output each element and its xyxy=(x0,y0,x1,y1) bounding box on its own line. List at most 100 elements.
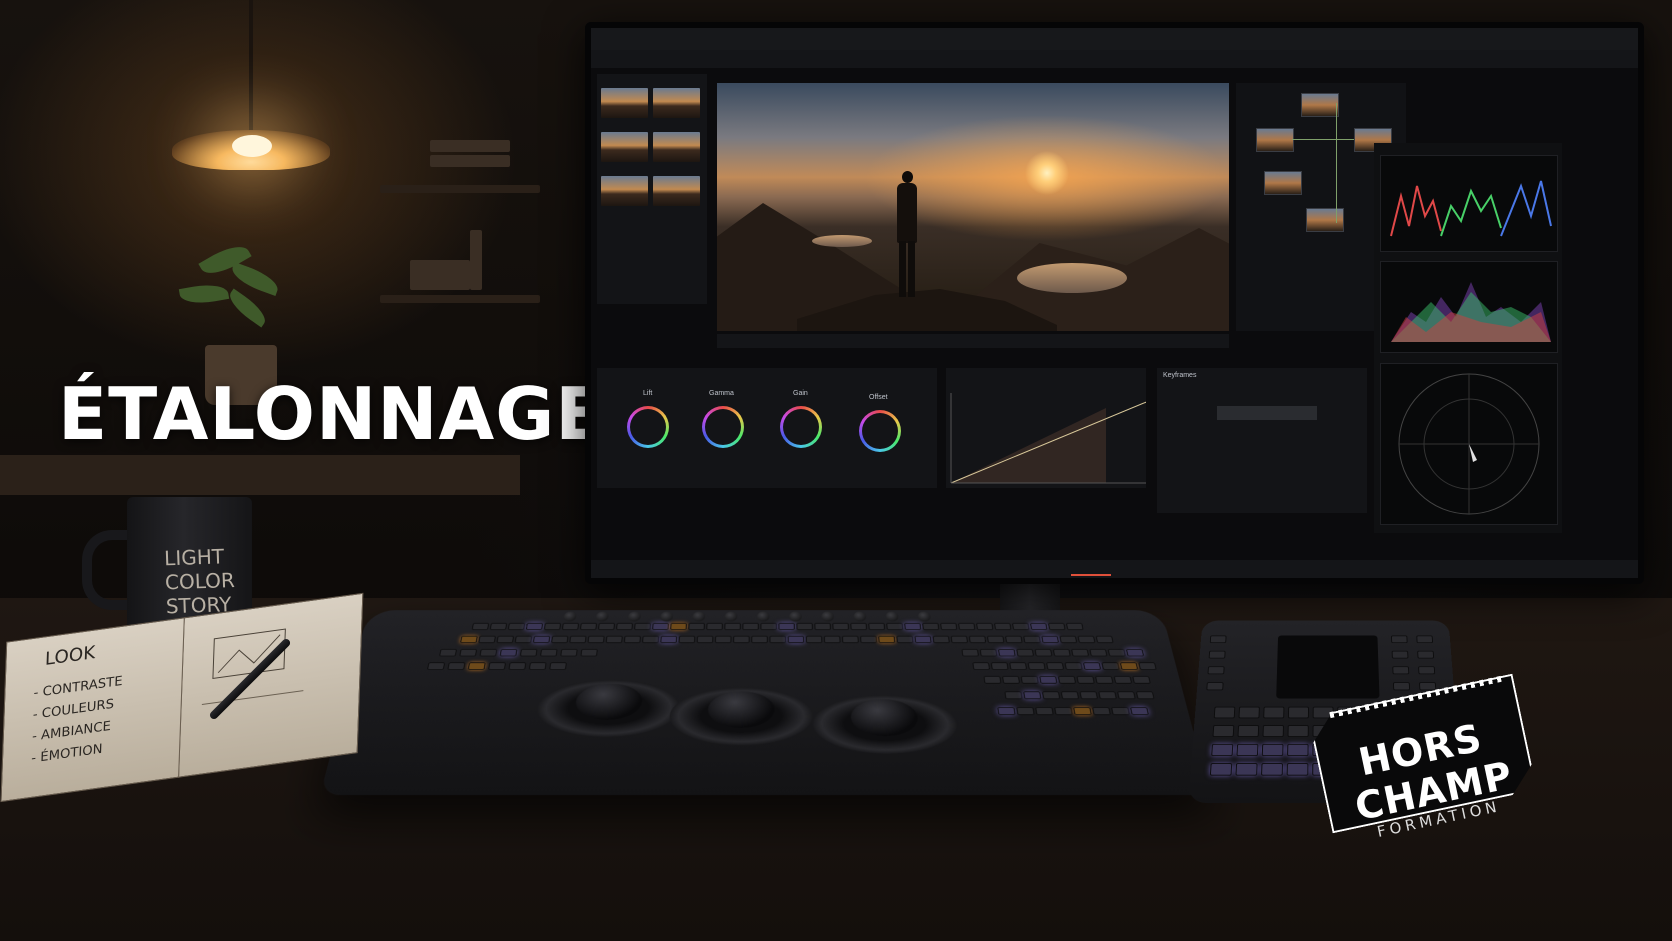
keypad-key[interactable] xyxy=(1390,635,1408,644)
console-key[interactable] xyxy=(1041,691,1061,700)
keypad-key[interactable] xyxy=(1238,706,1260,719)
clip-thumbnail[interactable] xyxy=(601,88,648,118)
console-key[interactable] xyxy=(1035,707,1054,716)
console-knob[interactable] xyxy=(917,611,932,622)
console-key[interactable] xyxy=(868,622,886,631)
console-key[interactable] xyxy=(983,675,1002,684)
console-key[interactable] xyxy=(979,648,998,657)
console-key[interactable] xyxy=(1030,622,1048,631)
grading-node[interactable] xyxy=(1264,171,1302,195)
console-key[interactable] xyxy=(1138,662,1157,670)
clip-thumbnail[interactable] xyxy=(653,88,700,118)
keypad-key[interactable] xyxy=(1212,725,1235,738)
console-key[interactable] xyxy=(1004,691,1023,700)
console-key[interactable] xyxy=(1054,707,1073,716)
console-key[interactable] xyxy=(832,622,849,631)
keypad-key[interactable] xyxy=(1417,650,1435,659)
console-key[interactable] xyxy=(479,648,498,657)
console-key[interactable] xyxy=(1089,648,1108,657)
console-knob[interactable] xyxy=(789,611,802,622)
keypad-key[interactable] xyxy=(1263,706,1285,719)
console-key[interactable] xyxy=(932,635,950,644)
console-key[interactable] xyxy=(904,622,922,631)
console-key[interactable] xyxy=(1077,635,1096,644)
console-key[interactable] xyxy=(751,635,768,644)
clip-thumbnail[interactable] xyxy=(653,132,700,162)
keypad-key[interactable] xyxy=(1237,725,1260,738)
console-key[interactable] xyxy=(507,622,526,631)
trackball[interactable] xyxy=(707,691,775,729)
console-key[interactable] xyxy=(1009,662,1028,670)
console-key[interactable] xyxy=(508,662,527,670)
console-key[interactable] xyxy=(878,635,896,644)
console-knob[interactable] xyxy=(756,611,770,622)
gain-wheel[interactable] xyxy=(780,406,822,448)
console-key[interactable] xyxy=(850,622,867,631)
console-key[interactable] xyxy=(605,635,623,644)
keypad-key[interactable] xyxy=(1287,706,1309,719)
console-key[interactable] xyxy=(823,635,841,644)
console-key[interactable] xyxy=(733,635,750,644)
console-key[interactable] xyxy=(1023,635,1041,644)
console-key[interactable] xyxy=(551,635,569,644)
console-key[interactable] xyxy=(1005,635,1023,644)
console-key[interactable] xyxy=(860,635,877,644)
page-navigation-bar[interactable] xyxy=(591,560,1638,578)
console-key[interactable] xyxy=(706,622,723,631)
console-key[interactable] xyxy=(1012,622,1030,631)
console-key[interactable] xyxy=(519,648,538,657)
keyframe-track[interactable] xyxy=(1217,406,1317,420)
console-key[interactable] xyxy=(796,622,813,631)
console-key[interactable] xyxy=(623,635,641,644)
console-key[interactable] xyxy=(1057,675,1077,684)
grading-node[interactable] xyxy=(1256,128,1294,152)
console-key[interactable] xyxy=(805,635,823,644)
clip-thumbnail[interactable] xyxy=(653,176,700,206)
console-key[interactable] xyxy=(471,622,490,631)
console-key[interactable] xyxy=(696,635,714,644)
grading-node[interactable] xyxy=(1306,208,1344,232)
console-key[interactable] xyxy=(616,622,633,631)
offset-wheel[interactable] xyxy=(859,410,901,452)
console-key[interactable] xyxy=(1047,622,1066,631)
console-knob[interactable] xyxy=(659,611,674,622)
console-key[interactable] xyxy=(1117,691,1136,700)
console-key[interactable] xyxy=(1046,662,1065,670)
console-key[interactable] xyxy=(489,622,508,631)
console-key[interactable] xyxy=(652,622,669,631)
console-key[interactable] xyxy=(467,662,486,670)
console-key[interactable] xyxy=(998,648,1016,657)
console-key[interactable] xyxy=(1098,691,1117,700)
console-key[interactable] xyxy=(561,622,580,631)
console-key[interactable] xyxy=(1076,675,1095,684)
clip-thumbnail[interactable] xyxy=(601,132,648,162)
keypad-key[interactable] xyxy=(1235,763,1258,776)
console-key[interactable] xyxy=(1113,675,1133,684)
keypad-key[interactable] xyxy=(1261,763,1284,776)
console-key[interactable] xyxy=(1119,662,1139,670)
console-key[interactable] xyxy=(598,622,615,631)
console-key[interactable] xyxy=(460,635,478,644)
console-key[interactable] xyxy=(1059,635,1078,644)
keypad-key[interactable] xyxy=(1262,725,1284,738)
console-key[interactable] xyxy=(1095,675,1114,684)
console-key[interactable] xyxy=(1135,691,1155,700)
keypad-key[interactable] xyxy=(1236,743,1259,757)
console-key[interactable] xyxy=(1060,691,1080,700)
console-key[interactable] xyxy=(670,622,687,631)
console-knob[interactable] xyxy=(692,611,706,622)
console-key[interactable] xyxy=(990,662,1009,670)
console-key[interactable] xyxy=(778,622,795,631)
console-key[interactable] xyxy=(1130,707,1149,716)
keypad-key[interactable] xyxy=(1206,682,1224,691)
keypad-key[interactable] xyxy=(1209,635,1227,644)
console-key[interactable] xyxy=(958,622,976,631)
viewer-transport-controls[interactable] xyxy=(717,334,1229,348)
console-key[interactable] xyxy=(714,635,732,644)
console-key[interactable] xyxy=(514,635,533,644)
console-knob[interactable] xyxy=(563,611,577,622)
keypad-key[interactable] xyxy=(1287,725,1309,738)
console-key[interactable] xyxy=(1016,648,1035,657)
console-key[interactable] xyxy=(886,622,904,631)
console-key[interactable] xyxy=(1107,648,1126,657)
